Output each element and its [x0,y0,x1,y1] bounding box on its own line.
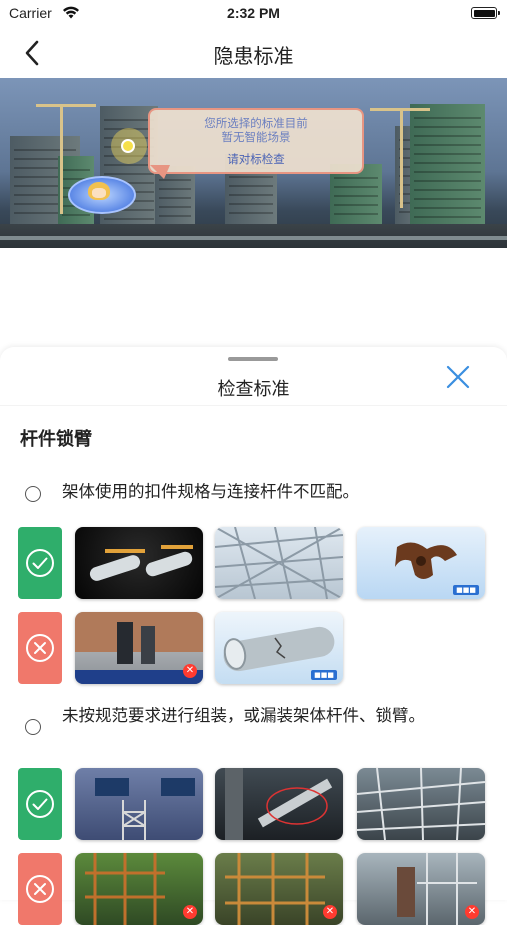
status-bar: Carrier 2:32 PM [0,0,507,30]
radio-button[interactable] [25,719,41,735]
speech-bubble: 您所选择的标准目前 暂无智能场景 请对标检查 [148,108,364,174]
check-against-standard-link[interactable]: 请对标检查 [150,152,362,166]
x-circle-icon [26,875,54,903]
radio-button[interactable] [25,486,41,502]
wrong-examples-tag [18,853,62,925]
example-image[interactable] [75,527,203,599]
divider [0,405,507,406]
error-mark-icon: ✕ [465,905,479,919]
option-text: 未按规范要求进行组装，或漏装架体杆件、锁臂。 [62,706,425,725]
example-image[interactable] [215,527,343,599]
example-image[interactable]: ✕ [357,853,485,925]
bubble-text-line1: 您所选择的标准目前 [204,116,308,130]
close-icon[interactable] [444,363,472,391]
wrong-examples-tag [18,612,62,684]
check-circle-icon [26,549,54,577]
clock: 2:32 PM [227,5,280,21]
correct-examples-tag [18,527,62,599]
example-image[interactable] [215,768,343,840]
mascot-face [92,188,106,198]
sheet-grabber[interactable] [228,357,278,361]
example-image[interactable]: ✕ [215,853,343,925]
example-image[interactable]: ✕ [75,612,203,684]
error-mark-icon: ✕ [323,905,337,919]
pointer-dot [121,139,135,153]
example-image[interactable]: ■■■ [215,612,343,684]
example-image[interactable]: ✕ [75,853,203,925]
x-circle-icon [26,634,54,662]
option-text: 架体使用的扣件规格与连接杆件不匹配。 [62,482,359,501]
example-image[interactable]: ■■■ [357,527,485,599]
speech-bubble-tail [150,165,170,179]
example-image[interactable] [75,768,203,840]
navigation-bar: 隐患标准 [0,30,507,76]
standards-sheet: 检查标准 杆件锁臂 架体使用的扣件规格与连接杆件不匹配。 ■■■ ✕ ■■■ 未… [0,347,507,925]
error-mark-icon: ✕ [183,664,197,678]
section-title: 杆件锁臂 [20,429,92,450]
example-image[interactable] [357,768,485,840]
image-badge: ■■■ [311,670,337,680]
correct-examples-tag [18,768,62,840]
battery-icon [471,7,500,19]
error-mark-icon: ✕ [183,905,197,919]
sheet-title: 检查标准 [217,379,290,400]
bubble-text-line2: 暂无智能场景 [221,130,291,144]
page-title: 隐患标准 [213,44,294,68]
image-badge: ■■■ [453,585,479,595]
check-circle-icon [26,790,54,818]
